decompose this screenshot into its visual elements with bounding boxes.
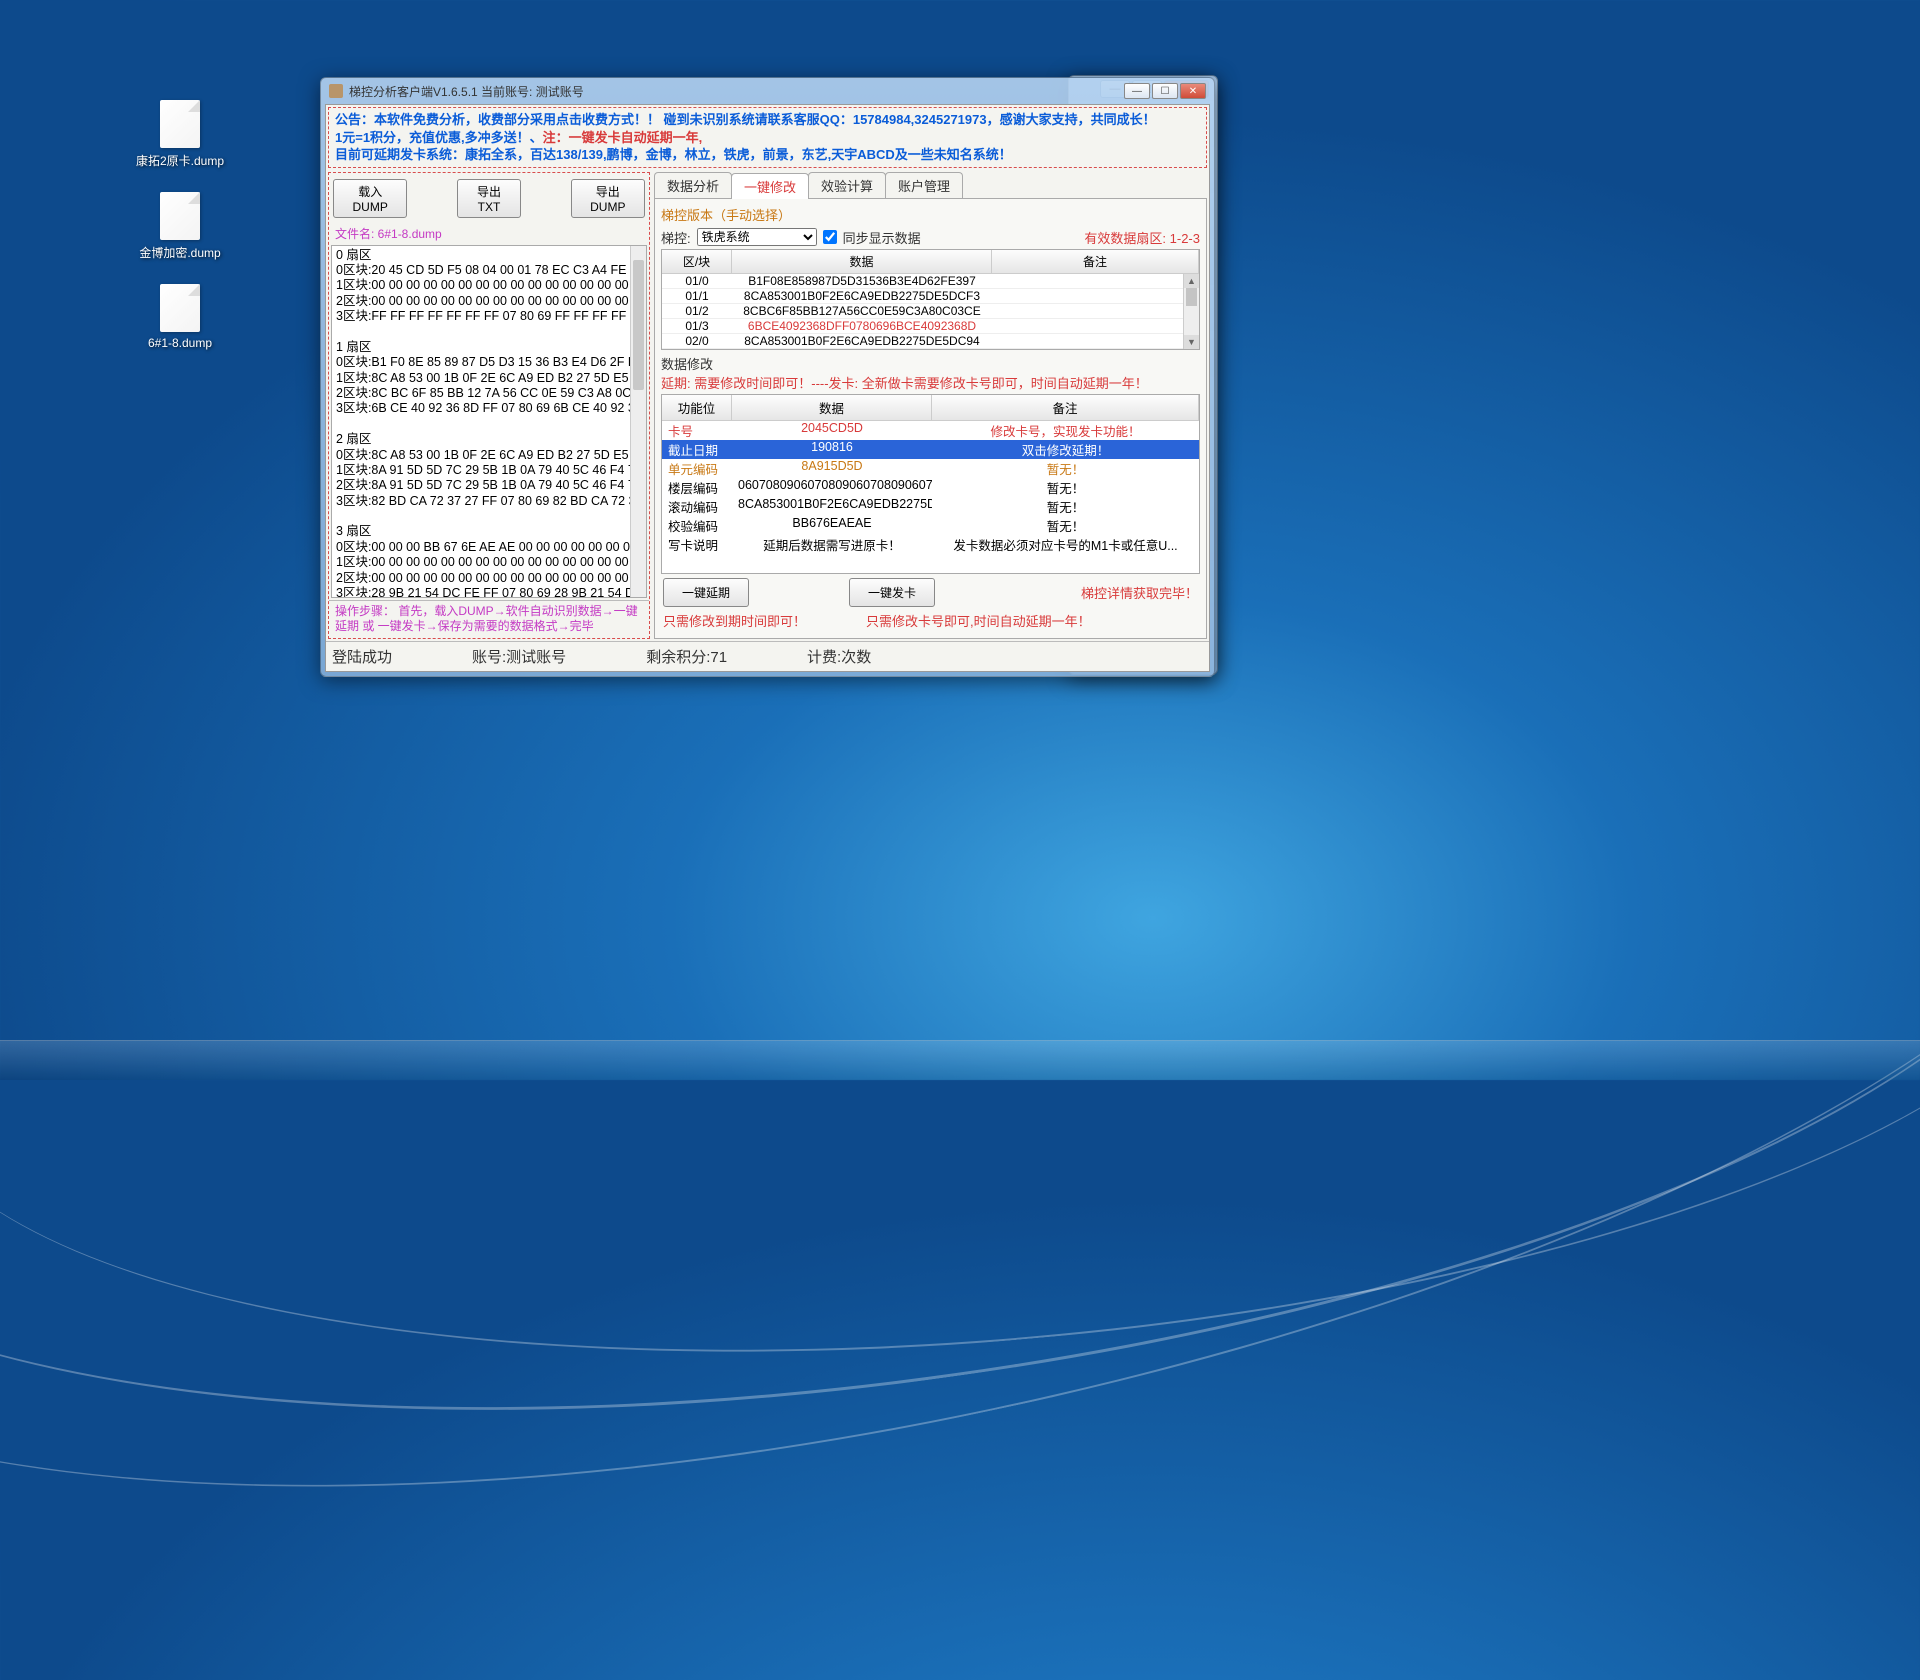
app-min-button[interactable]: —: [1124, 83, 1150, 99]
modify-row[interactable]: 滚动编码8CA853001B0F2E6CA9EDB2275DE5DC94暂无！: [662, 497, 1199, 516]
sector-row[interactable]: 02/08CA853001B0F2E6CA9EDB2275DE5DC94: [662, 334, 1199, 349]
mod-col-func[interactable]: 功能位: [662, 395, 732, 420]
mod-col-data[interactable]: 数据: [732, 395, 932, 420]
steps-hint: 操作步骤： 首先，载入DUMP→软件自动识别数据→一键延期 或 一键发卡→保存为…: [329, 600, 649, 638]
issue-card-button[interactable]: 一键发卡: [849, 578, 935, 607]
sector-row[interactable]: 01/0B1F08E858987D5D31536B3E4D62FE397: [662, 274, 1199, 289]
file-icon: [160, 100, 200, 148]
extend-hint: 只需修改到期时间即可！: [663, 611, 806, 630]
app-icon: [329, 84, 343, 98]
left-pane: 载入DUMP 导出TXT 导出DUMP 文件名: 6#1-8.dump 0 扇区…: [328, 172, 650, 639]
desktop-file-1[interactable]: 康拓2原卡.dump: [135, 100, 225, 169]
status-billing: 计费:次数: [807, 646, 871, 667]
sync-checkbox[interactable]: [823, 230, 837, 244]
version-label: 梯控版本（手动选择）: [661, 205, 791, 224]
file-icon: [160, 284, 200, 332]
app-max-button[interactable]: ☐: [1152, 83, 1178, 99]
export-txt-button[interactable]: 导出TXT: [457, 179, 520, 218]
sector-row[interactable]: 01/36BCE4092368DFF0780696BCE4092368D: [662, 319, 1199, 334]
status-bar: 登陆成功 账号:测试账号 剩余积分:71 计费:次数: [326, 641, 1209, 671]
status-login: 登陆成功: [332, 646, 392, 667]
sector-row[interactable]: 01/18CA853001B0F2E6CA9EDB2275DE5DCF3: [662, 289, 1199, 304]
desktop-file-label: 6#1-8.dump: [135, 336, 225, 350]
load-dump-button[interactable]: 载入DUMP: [333, 179, 407, 218]
sync-label: 同步显示数据: [843, 228, 921, 247]
scrollbar[interactable]: [630, 246, 646, 597]
grid-scrollbar[interactable]: ▲▼: [1183, 274, 1199, 349]
app-window: 梯控分析客户端V1.6.5.1 当前账号: 测试账号 — ☐ ✕ 公告：本软件免…: [320, 77, 1215, 677]
announcement-banner: 公告：本软件免费分析，收费部分采用点击收费方式！！ 碰到未识别系统请联系客服QQ…: [328, 107, 1207, 168]
file-icon: [160, 192, 200, 240]
desktop-file-label: 金博加密.dump: [135, 244, 225, 261]
mod-section-label: 数据修改: [661, 354, 1200, 373]
grid-col-block[interactable]: 区/块: [662, 250, 732, 273]
sector-grid: 区/块 数据 备注 ▲▼ 01/0B1F08E858987D5D31536B3E…: [661, 249, 1200, 350]
valid-sectors: 有效数据扇区: 1-2-3: [1084, 228, 1200, 247]
app-title: 梯控分析客户端V1.6.5.1 当前账号: 测试账号: [349, 83, 584, 100]
hex-viewer[interactable]: 0 扇区 0区块:20 45 CD 5D F5 08 04 00 01 78 E…: [331, 245, 647, 598]
issue-hint: 只需修改卡号即可,时间自动延期一年！: [866, 611, 1091, 630]
taskbar[interactable]: [0, 1040, 1920, 1080]
desktop-file-2[interactable]: 金博加密.dump: [135, 192, 225, 261]
modify-grid: 功能位 数据 备注 卡号2045CD5D修改卡号，实现发卡功能！截止日期1908…: [661, 394, 1200, 574]
tab-analysis[interactable]: 数据分析: [654, 172, 732, 198]
tab-bar: 数据分析 一键修改 效验计算 账户管理: [654, 172, 1207, 199]
app-close-button[interactable]: ✕: [1180, 83, 1206, 99]
grid-col-note[interactable]: 备注: [992, 250, 1199, 273]
desktop-file-label: 康拓2原卡.dump: [135, 152, 225, 169]
mod-col-note[interactable]: 备注: [932, 395, 1199, 420]
right-pane: 数据分析 一键修改 效验计算 账户管理 梯控版本（手动选择） 梯控: 铁虎系统 …: [654, 172, 1207, 639]
system-select[interactable]: 铁虎系统: [697, 228, 817, 246]
modify-row[interactable]: 卡号2045CD5D修改卡号，实现发卡功能！: [662, 421, 1199, 440]
status-account: 账号:测试账号: [472, 646, 566, 667]
tab-checksum[interactable]: 效验计算: [808, 172, 886, 198]
status-points: 剩余积分:71: [646, 646, 727, 667]
tk-label: 梯控:: [661, 228, 691, 247]
mod-hint: 延期: 需要修改时间即可！----发卡: 全新做卡需要修改卡号即可，时间自动延期…: [661, 373, 1200, 392]
modify-row[interactable]: 单元编码8A915D5D暂无！: [662, 459, 1199, 478]
desktop-file-3[interactable]: 6#1-8.dump: [135, 284, 225, 350]
tab-modify[interactable]: 一键修改: [731, 173, 809, 199]
modify-row[interactable]: 截止日期190816双击修改延期！: [662, 440, 1199, 459]
export-dump-button[interactable]: 导出DUMP: [571, 179, 645, 218]
filename-label: 文件名: 6#1-8.dump: [329, 224, 649, 243]
sector-row[interactable]: 01/28CBC6F85BB127A56CC0E59C3A80C03CE: [662, 304, 1199, 319]
modify-row[interactable]: 写卡说明延期后数据需写进原卡！发卡数据必须对应卡号的M1卡或任意U...: [662, 535, 1199, 554]
modify-row[interactable]: 校验编码BB676EAEAE暂无！: [662, 516, 1199, 535]
detail-done: 梯控详情获取完毕！: [1081, 583, 1198, 602]
grid-col-data[interactable]: 数据: [732, 250, 992, 273]
app-titlebar[interactable]: 梯控分析客户端V1.6.5.1 当前账号: 测试账号 — ☐ ✕: [321, 78, 1214, 104]
tab-account[interactable]: 账户管理: [885, 172, 963, 198]
modify-row[interactable]: 楼层编码06070809060708090607080906070809暂无！: [662, 478, 1199, 497]
extend-button[interactable]: 一键延期: [663, 578, 749, 607]
